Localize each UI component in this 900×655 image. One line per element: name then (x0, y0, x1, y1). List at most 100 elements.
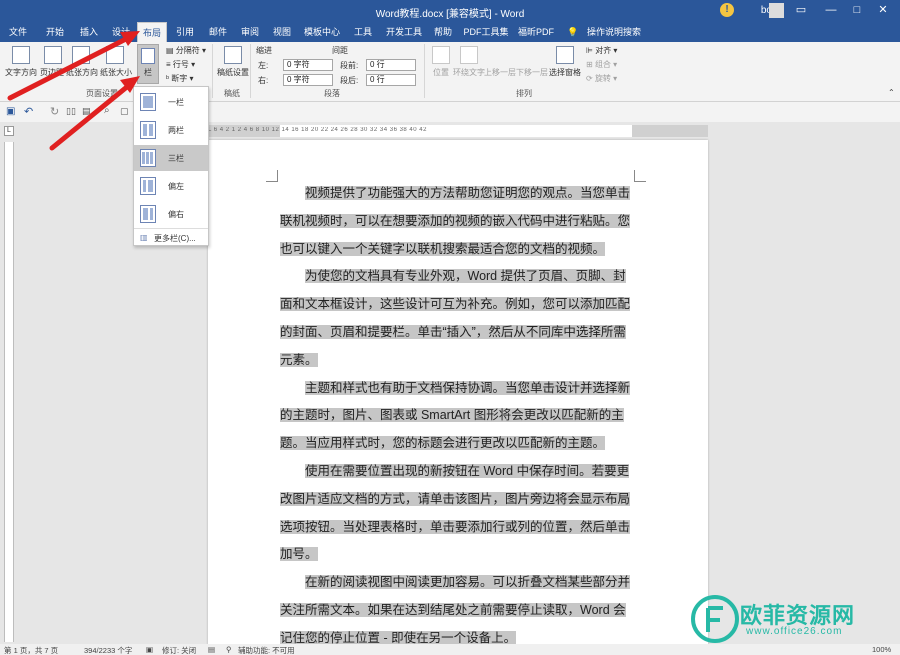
group-page-setup-label: 页面设置 (86, 89, 118, 98)
paragraph[interactable]: 使用在需要位置出现的新按钮在 Word 中保存时间。若要更改图片适应文档的方式，… (280, 458, 632, 569)
spacing-before-field[interactable]: 0 行 (366, 59, 416, 71)
page-count[interactable]: 第 1 页，共 7 页 (4, 645, 58, 655)
lightbulb-icon: 💡 (567, 27, 579, 37)
text-direction-button[interactable]: 文字方向 (2, 67, 40, 78)
paragraph[interactable]: 在新的阅读视图中阅读更加容易。可以折叠文档某些部分并关注所需文本。如果在达到结尾… (280, 569, 632, 652)
bring-forward-button[interactable]: 上移一层 (482, 67, 518, 78)
collapse-ribbon-icon[interactable]: ⌃ (888, 88, 895, 97)
warning-icon[interactable]: ! (720, 3, 734, 17)
proofing-icon[interactable]: ▣ (146, 645, 153, 654)
ribbon-display-options-icon[interactable]: ▭ (788, 0, 814, 22)
accessibility-status[interactable]: 辅助功能: 不可用 (238, 645, 295, 655)
redo-icon[interactable]: ↻ (50, 105, 59, 118)
selection-pane-button[interactable]: 选择窗格 (546, 67, 584, 78)
columns-option-three[interactable]: 三栏 (134, 145, 208, 171)
indent-heading: 缩进 (256, 46, 272, 55)
tell-me-search[interactable]: 操作说明搜索 (582, 22, 646, 42)
breaks-label: 分隔符 (175, 46, 200, 55)
zoom-level[interactable]: 100% (872, 645, 891, 654)
columns-icon (141, 48, 155, 64)
print-icon[interactable]: ▤ (82, 106, 91, 117)
minimize-button[interactable]: — (818, 0, 844, 22)
orientation-button[interactable]: 纸张方向 (64, 67, 100, 78)
tab-pdf-tools[interactable]: PDF工具集 (462, 22, 510, 42)
indent-left-label: 左: (258, 61, 269, 70)
right-column-icon (140, 205, 156, 223)
option-label: 偏左 (168, 182, 184, 191)
divider (134, 228, 208, 229)
draft-paper-button[interactable]: 稿纸设置 (216, 67, 250, 78)
spacing-before-label: 段前: (340, 61, 359, 70)
tab-mailings[interactable]: 邮件 (203, 22, 233, 42)
watermark-logo-icon (691, 595, 739, 643)
tab-foxit-pdf[interactable]: 福昕PDF (514, 22, 558, 42)
tab-developer[interactable]: 开发工具 (382, 22, 426, 42)
paragraph[interactable]: 视频提供了功能强大的方法帮助您证明您的观点。当您单击联机视频时，可以在想要添加的… (280, 180, 632, 263)
text-direction-icon (12, 46, 30, 64)
paragraph[interactable]: 为使您的文档具有专业外观，Word 提供了页眉、页脚、封面和文本框设计，这些设计… (280, 263, 632, 374)
tab-view[interactable]: 视图 (267, 22, 297, 42)
columns-option-two[interactable]: 两栏 (134, 117, 208, 143)
columns-option-left[interactable]: 偏左 (134, 173, 208, 199)
hyphenation-button[interactable]: ᵇ 断字 ▾ (166, 73, 194, 84)
indent-right-field[interactable]: 0 字符 (283, 74, 333, 86)
corner-mark (266, 170, 278, 182)
paragraph[interactable]: 主题和样式也有助于文档保持协调。当您单击设计并选择新的主题时，图片、图表或 Sm… (280, 375, 632, 458)
send-backward-button[interactable]: 下移一层 (514, 67, 550, 78)
margins-button[interactable]: 页边距 (38, 67, 66, 78)
macro-icon[interactable]: ▤ (208, 645, 215, 654)
columns-option-one[interactable]: 一栏 (134, 89, 208, 115)
clipboard-icon[interactable]: ▢ (120, 106, 129, 117)
close-button[interactable]: ✕ (870, 0, 896, 22)
spacing-heading: 间距 (332, 46, 348, 55)
paragraph-text: 视频提供了功能强大的方法帮助您证明您的观点。当您单击联机视频时，可以在想要添加的… (280, 186, 631, 256)
position-icon (432, 46, 450, 64)
group-paragraph-label: 段落 (324, 89, 340, 98)
more-columns-icon: ▥ (140, 233, 148, 242)
group-label: 组合 (594, 60, 611, 69)
tab-template-center[interactable]: 模板中心 (300, 22, 344, 42)
accessibility-icon[interactable]: ⚲ (226, 645, 232, 654)
margins-icon (44, 46, 62, 64)
indent-left-field[interactable]: 0 字符 (283, 59, 333, 71)
rotate-button[interactable]: ⟳ 旋转 ▾ (586, 73, 617, 84)
tab-design[interactable]: 设计 (106, 22, 136, 42)
ribbon-tabs: 文件 开始 插入 设计 布局 引用 邮件 审阅 视图 模板中心 工具 开发工具 … (0, 22, 900, 42)
columns-button[interactable]: 栏 (137, 44, 159, 84)
document-body[interactable]: 视频提供了功能强大的方法帮助您证明您的观点。当您单击联机视频时，可以在想要添加的… (280, 180, 632, 653)
word-count[interactable]: 394/2233 个字 (84, 645, 132, 655)
tab-home[interactable]: 开始 (40, 22, 70, 42)
restore-button[interactable]: □ (844, 0, 870, 22)
tab-insert[interactable]: 插入 (74, 22, 104, 42)
tab-selector[interactable]: L (4, 126, 14, 136)
undo-icon[interactable]: ↶ (24, 105, 33, 118)
tab-references[interactable]: 引用 (170, 22, 200, 42)
hyphenation-label: 断字 (171, 74, 188, 83)
avatar[interactable] (769, 3, 784, 18)
more-columns-item[interactable]: ▥ 更多栏(C)... (134, 230, 208, 246)
tab-tools[interactable]: 工具 (348, 22, 378, 42)
spacing-after-label: 段后: (340, 76, 359, 85)
tab-layout[interactable]: 布局 (137, 22, 167, 42)
separator (424, 44, 425, 98)
group-button[interactable]: ⊞ 组合 ▾ (586, 59, 617, 70)
title-bar: Word教程.docx [兼容模式] - Word ! bo ▭ — □ ✕ (0, 0, 900, 22)
save-icon[interactable]: ▣ (6, 106, 15, 117)
tab-help[interactable]: 帮助 (428, 22, 458, 42)
indent-right-label: 右: (258, 76, 269, 85)
paragraph-text: 主题和样式也有助于文档保持协调。当您单击设计并选择新的主题时，图片、图表或 Sm… (280, 380, 631, 451)
search-icon[interactable]: ⌕ (104, 105, 110, 116)
view-icon[interactable]: ▯▯ (66, 106, 76, 117)
spacing-after-field[interactable]: 0 行 (366, 74, 416, 86)
size-button[interactable]: 纸张大小 (98, 67, 134, 78)
breaks-button[interactable]: ▤ 分隔符 ▾ (166, 45, 206, 56)
align-button[interactable]: ⊫ 对齐 ▾ (586, 45, 617, 56)
tab-file[interactable]: 文件 (4, 22, 32, 42)
track-changes-status[interactable]: 修订: 关闭 (162, 645, 196, 655)
columns-dropdown: 一栏 两栏 三栏 偏左 偏右 ▥ 更多栏(C)... (133, 86, 209, 246)
tab-review[interactable]: 审阅 (235, 22, 265, 42)
line-numbers-button[interactable]: ≡ 行号 ▾ (166, 59, 195, 70)
document-page[interactable]: 视频提供了功能强大的方法帮助您证明您的观点。当您单击联机视频时，可以在想要添加的… (208, 140, 708, 645)
wrap-text-button[interactable]: 环绕文字 (452, 67, 486, 78)
columns-option-right[interactable]: 偏右 (134, 201, 208, 227)
